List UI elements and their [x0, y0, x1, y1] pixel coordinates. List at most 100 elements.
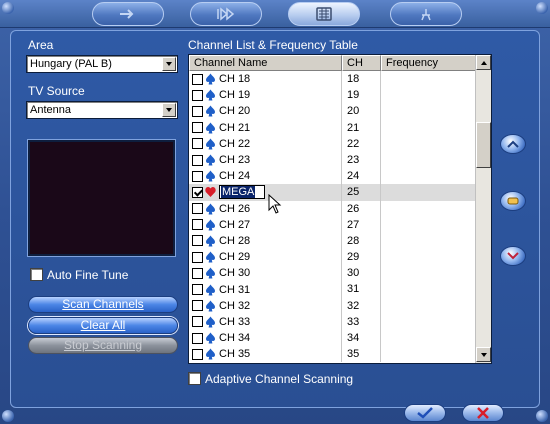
- channel-name-cell[interactable]: MEGA: [189, 184, 342, 201]
- tab-arrow[interactable]: [92, 2, 164, 26]
- tv-source-select[interactable]: Antenna: [26, 101, 178, 119]
- channel-checkbox[interactable]: [192, 170, 203, 182]
- column-header-ch[interactable]: CH: [342, 55, 381, 71]
- channel-number-cell: 34: [342, 330, 381, 347]
- table-row[interactable]: CH 35 35: [189, 346, 477, 363]
- column-header-frequency[interactable]: Frequency: [381, 55, 477, 71]
- channel-checkbox[interactable]: [192, 267, 203, 279]
- scroll-down-button[interactable]: [476, 347, 491, 362]
- channel-name-cell[interactable]: CH 24: [189, 168, 342, 185]
- table-row[interactable]: CH 22 22: [189, 135, 477, 152]
- corner-orb-icon: [536, 410, 548, 422]
- tab-tools[interactable]: [390, 2, 462, 26]
- heart-icon: [205, 187, 216, 198]
- channel-name-edit-field[interactable]: MEGA: [219, 185, 265, 200]
- channel-checkbox[interactable]: [192, 235, 203, 247]
- channel-name-cell[interactable]: CH 35: [189, 346, 342, 363]
- channel-name-cell[interactable]: CH 27: [189, 216, 342, 233]
- channel-checkbox[interactable]: [192, 332, 203, 344]
- channel-name-text: CH 19: [219, 89, 251, 102]
- table-row[interactable]: CH 31 31: [189, 281, 477, 298]
- scroll-up-button[interactable]: [476, 55, 491, 70]
- channel-name-cell[interactable]: CH 30: [189, 265, 342, 282]
- channel-checkbox[interactable]: [192, 186, 203, 198]
- table-row[interactable]: CH 18 18: [189, 71, 477, 88]
- cancel-button[interactable]: [462, 404, 504, 422]
- spade-icon: [206, 203, 215, 215]
- spade-icon: [206, 251, 215, 263]
- frequency-cell: [381, 233, 477, 249]
- channel-checkbox[interactable]: [192, 105, 203, 117]
- channel-name-text: CH 24: [219, 170, 251, 183]
- channel-name-cell[interactable]: CH 18: [189, 71, 342, 88]
- channel-checkbox[interactable]: [192, 73, 203, 85]
- scan-channels-button[interactable]: Scan Channels: [28, 296, 178, 313]
- channel-checkbox[interactable]: [192, 138, 203, 150]
- chevron-down-icon[interactable]: [162, 57, 176, 71]
- channel-name-cell[interactable]: CH 26: [189, 200, 342, 217]
- tab-play-forward[interactable]: [190, 2, 262, 26]
- channel-checkbox[interactable]: [192, 122, 203, 134]
- auto-fine-tune-label: Auto Fine Tune: [47, 268, 129, 282]
- channel-name-cell[interactable]: CH 22: [189, 135, 342, 152]
- table-row[interactable]: CH 34 34: [189, 330, 477, 347]
- channel-checkbox[interactable]: [192, 251, 203, 263]
- scroll-thumb[interactable]: [476, 122, 491, 168]
- channel-name-text: CH 31: [219, 283, 251, 296]
- channel-name-cell[interactable]: CH 33: [189, 313, 342, 330]
- move-up-button[interactable]: [500, 134, 526, 154]
- table-row[interactable]: MEGA 25: [189, 184, 477, 201]
- channel-table[interactable]: Channel Name CH Frequency CH 18 18 CH 19 19…: [188, 54, 492, 364]
- channel-name-cell[interactable]: CH 29: [189, 249, 342, 266]
- channel-checkbox[interactable]: [192, 154, 203, 166]
- column-header-channel-name[interactable]: Channel Name: [189, 55, 342, 71]
- table-row[interactable]: CH 19 19: [189, 87, 477, 104]
- table-row[interactable]: CH 33 33: [189, 313, 477, 330]
- channel-name-cell[interactable]: CH 31: [189, 281, 342, 298]
- channel-name-cell[interactable]: CH 21: [189, 119, 342, 136]
- channel-name-cell[interactable]: CH 23: [189, 151, 342, 169]
- channel-checkbox[interactable]: [192, 348, 203, 360]
- channel-name-cell[interactable]: CH 20: [189, 103, 342, 120]
- ok-check-icon: [417, 407, 433, 419]
- adaptive-scanning-checkbox[interactable]: [188, 372, 201, 385]
- channel-name-cell[interactable]: CH 32: [189, 297, 342, 314]
- channel-checkbox[interactable]: [192, 219, 203, 231]
- table-row[interactable]: CH 23 23: [189, 151, 477, 169]
- vertical-scrollbar[interactable]: [475, 55, 491, 363]
- channel-name-cell[interactable]: CH 28: [189, 232, 342, 250]
- tab-tv-settings[interactable]: [288, 2, 360, 26]
- area-label: Area: [28, 38, 54, 52]
- table-row[interactable]: CH 28 28: [189, 232, 477, 250]
- channel-name-text: CH 18: [219, 73, 251, 86]
- channel-checkbox[interactable]: [192, 300, 203, 312]
- table-row[interactable]: CH 32 32: [189, 297, 477, 314]
- spade-icon: [206, 219, 215, 231]
- table-row[interactable]: CH 24 24: [189, 168, 477, 185]
- ok-button[interactable]: [404, 404, 446, 422]
- table-row[interactable]: CH 21 21: [189, 119, 477, 136]
- move-down-icon: [507, 252, 519, 260]
- frequency-cell: [381, 265, 477, 281]
- stop-scanning-button[interactable]: Stop Scanning: [28, 337, 178, 354]
- table-row[interactable]: CH 27 27: [189, 216, 477, 233]
- edit-button[interactable]: [500, 191, 526, 211]
- chevron-down-icon[interactable]: [162, 103, 176, 117]
- area-select[interactable]: Hungary (PAL B): [26, 55, 178, 73]
- channel-name-text: CH 27: [219, 218, 251, 231]
- channel-name-cell[interactable]: CH 19: [189, 87, 342, 104]
- table-row[interactable]: CH 29 29: [189, 249, 477, 266]
- auto-fine-tune-checkbox[interactable]: [30, 268, 43, 281]
- channel-checkbox[interactable]: [192, 89, 203, 101]
- adaptive-scanning-label: Adaptive Channel Scanning: [205, 372, 354, 386]
- table-row[interactable]: CH 20 20: [189, 103, 477, 120]
- table-row[interactable]: CH 26 26: [189, 200, 477, 217]
- channel-checkbox[interactable]: [192, 316, 203, 328]
- channel-name-text: CH 28: [219, 234, 251, 247]
- table-row[interactable]: CH 30 30: [189, 265, 477, 282]
- move-down-button[interactable]: [500, 246, 526, 266]
- channel-checkbox[interactable]: [192, 284, 203, 296]
- channel-checkbox[interactable]: [192, 203, 203, 215]
- clear-all-button[interactable]: Clear All: [28, 317, 178, 334]
- channel-name-cell[interactable]: CH 34: [189, 330, 342, 347]
